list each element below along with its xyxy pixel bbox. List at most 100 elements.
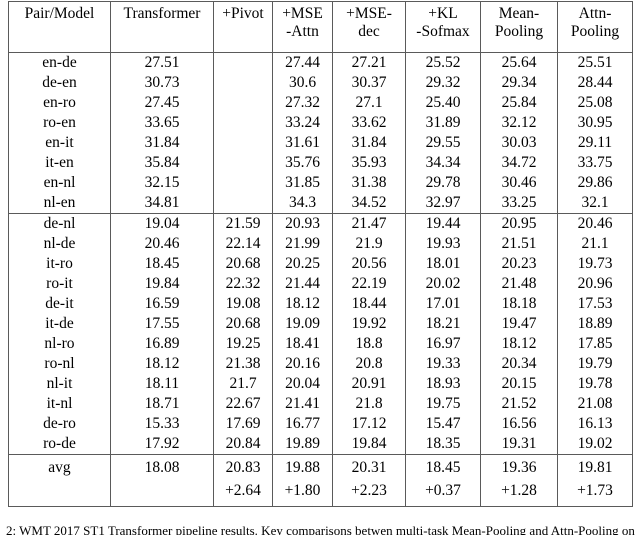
data-cell-msedec: 19.92: [332, 314, 406, 334]
data-cell-mean: 30.46: [480, 173, 558, 193]
data-cell-mean: 18.18: [480, 294, 558, 314]
data-cell-trans: 30.73: [110, 73, 214, 93]
row-label-cell: ro-de: [8, 434, 111, 455]
header-line: Pair/Model: [24, 5, 95, 22]
data-cell-mean: 34.72: [480, 153, 558, 173]
data-cell-pivot: [213, 73, 273, 93]
data-cell-trans: 19.04: [110, 213, 214, 234]
data-cell-mseattn: 21.44: [272, 274, 333, 294]
data-cell-attn: 21.08: [557, 394, 633, 414]
table-row: de-it 16.59 19.08 18.12 18.44 17.01 18.18 17.53: [8, 294, 633, 314]
data-cell-mean: 25.64: [480, 52, 558, 73]
table-row: ro-de 17.92 20.84 19.89 19.84 18.35 19.31 19.02: [8, 434, 633, 455]
summary-value-kl: 18.45: [405, 454, 481, 479]
table-row: en-de 27.51 27.44 27.21 25.52 25.64 25.51: [8, 52, 633, 73]
data-cell-mean: 18.12: [480, 334, 558, 354]
row-label-cell: ro-it: [8, 274, 111, 294]
data-cell-kl: 18.93: [405, 374, 481, 394]
data-cell-mseattn: 16.77: [272, 414, 333, 434]
data-cell-mseattn: 31.85: [272, 173, 333, 193]
header-line: +Pivot: [222, 5, 264, 22]
data-cell-msedec: 20.56: [332, 254, 406, 274]
data-cell-msedec: 33.62: [332, 113, 406, 133]
column-header-attn-pooling: Attn- Pooling: [557, 1, 633, 53]
data-cell-attn: 19.02: [557, 434, 633, 455]
table-body: en-de 27.51 27.44 27.21 25.52 25.64 25.51 de-en…: [8, 52, 633, 507]
data-cell-attn: 25.51: [557, 52, 633, 73]
data-cell-msedec: 18.8: [332, 334, 406, 354]
data-cell-pivot: 20.68: [213, 314, 273, 334]
row-label-cell: de-it: [8, 294, 111, 314]
table-row: en-it 31.84 31.61 31.84 29.55 30.03 29.11: [8, 133, 633, 153]
column-header-mse-attn: +MSE -Attn: [272, 1, 333, 53]
data-cell-pivot: 21.38: [213, 354, 273, 374]
data-cell-pivot: 21.7: [213, 374, 273, 394]
data-cell-msedec: 31.38: [332, 173, 406, 193]
summary-delta-attn: +1.73: [557, 479, 633, 507]
data-cell-kl: 25.52: [405, 52, 481, 73]
row-label-cell: en-it: [8, 133, 111, 153]
data-cell-attn: 25.08: [557, 93, 633, 113]
data-cell-mean: 21.48: [480, 274, 558, 294]
summary-label: avg: [8, 454, 111, 479]
data-cell-kl: 16.97: [405, 334, 481, 354]
results-table: Pair/Model Transformer +Pivot +MSE -Attn…: [8, 1, 633, 507]
table-row: it-nl 18.71 22.67 21.41 21.8 19.75 21.52 21.08: [8, 394, 633, 414]
summary-value-attn: 19.81: [557, 454, 633, 479]
data-cell-mean: 33.25: [480, 193, 558, 214]
summary-value-pivot: 20.83: [213, 454, 273, 479]
column-header-pivot: +Pivot: [213, 1, 273, 53]
data-cell-msedec: 21.9: [332, 234, 406, 254]
data-cell-kl: 19.33: [405, 354, 481, 374]
row-label-cell: it-en: [8, 153, 111, 173]
data-cell-msedec: 30.37: [332, 73, 406, 93]
header-line: -Attn: [286, 23, 319, 41]
data-cell-attn: 30.95: [557, 113, 633, 133]
row-label-cell: en-ro: [8, 93, 111, 113]
data-cell-pivot: 17.69: [213, 414, 273, 434]
data-cell-mean: 19.31: [480, 434, 558, 455]
summary-delta-trans: [110, 479, 214, 507]
data-cell-mseattn: 20.16: [272, 354, 333, 374]
header-line: +MSE-: [346, 5, 392, 22]
data-cell-mseattn: 27.44: [272, 52, 333, 73]
table-row: de-nl 19.04 21.59 20.93 21.47 19.44 20.95 20.46: [8, 213, 633, 234]
header-line: Pooling: [570, 23, 620, 41]
data-cell-mseattn: 18.41: [272, 334, 333, 354]
results-table-container: Pair/Model Transformer +Pivot +MSE -Attn…: [8, 1, 633, 507]
header-line: -Sofmax: [416, 23, 470, 41]
data-cell-trans: 34.81: [110, 193, 214, 214]
data-cell-mean: 20.95: [480, 213, 558, 234]
table-row: nl-de 20.46 22.14 21.99 21.9 19.93 21.51 21.1: [8, 234, 633, 254]
data-cell-kl: 19.75: [405, 394, 481, 414]
data-cell-mean: 20.15: [480, 374, 558, 394]
summary-delta-msedec: +2.23: [332, 479, 406, 507]
data-cell-mseattn: 19.09: [272, 314, 333, 334]
data-cell-mseattn: 31.61: [272, 133, 333, 153]
table-row: en-nl 32.15 31.85 31.38 29.78 30.46 29.86: [8, 173, 633, 193]
data-cell-pivot: [213, 113, 273, 133]
data-cell-attn: 19.78: [557, 374, 633, 394]
data-cell-attn: 20.46: [557, 213, 633, 234]
column-header-transformer: Transformer: [110, 1, 214, 53]
row-label-cell: it-de: [8, 314, 111, 334]
data-cell-attn: 16.13: [557, 414, 633, 434]
data-cell-mseattn: 18.12: [272, 294, 333, 314]
data-cell-kl: 18.35: [405, 434, 481, 455]
data-cell-pivot: 20.84: [213, 434, 273, 455]
data-cell-kl: 32.97: [405, 193, 481, 214]
data-cell-msedec: 19.84: [332, 434, 406, 455]
header-line: Pooling: [494, 23, 544, 41]
data-cell-attn: 29.11: [557, 133, 633, 153]
data-cell-mseattn: 34.3: [272, 193, 333, 214]
data-cell-trans: 27.51: [110, 52, 214, 73]
row-label-cell: nl-de: [8, 234, 111, 254]
data-cell-msedec: 21.47: [332, 213, 406, 234]
data-cell-attn: 29.86: [557, 173, 633, 193]
row-label-cell: en-de: [8, 52, 111, 73]
data-cell-mean: 20.23: [480, 254, 558, 274]
table-row: nl-en 34.81 34.3 34.52 32.97 33.25 32.1: [8, 193, 633, 214]
data-cell-pivot: [213, 52, 273, 73]
row-label-cell: de-nl: [8, 213, 111, 234]
data-cell-msedec: 27.21: [332, 52, 406, 73]
